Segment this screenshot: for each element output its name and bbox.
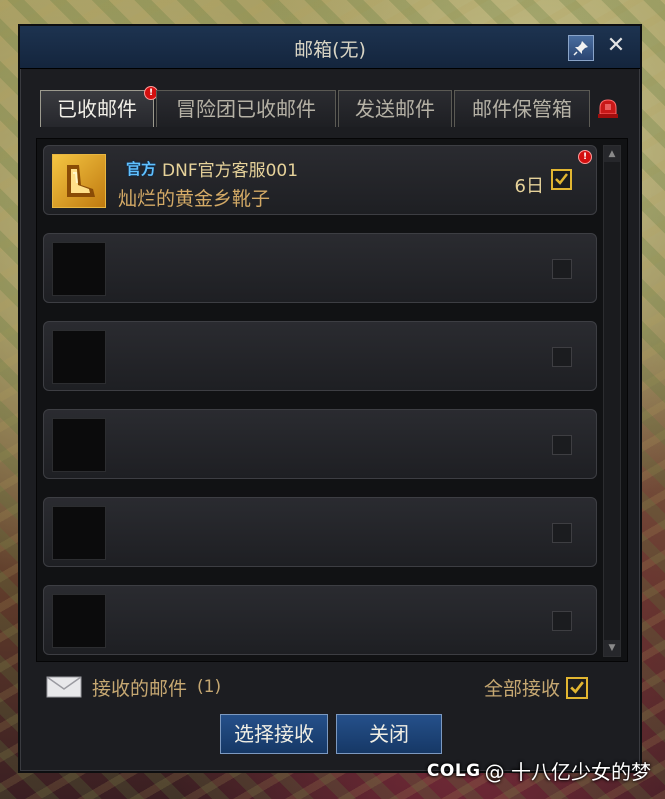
checkmark-icon: [570, 680, 584, 694]
mail-checkbox[interactable]: [552, 347, 572, 367]
scroll-down-icon[interactable]: ▼: [604, 640, 620, 656]
mail-tabs: 已收邮件 ! 冒险团已收邮件 发送邮件 邮件保管箱: [40, 86, 620, 128]
item-thumbnail: [52, 154, 106, 208]
scroll-up-icon[interactable]: ▲: [604, 146, 620, 162]
mail-subject: 灿烂的黄金乡靴子: [118, 188, 271, 210]
mail-row[interactable]: 官方 DNF官方客服001 灿烂的黄金乡靴子 6日 !: [43, 145, 597, 215]
official-tag: 官方: [126, 160, 157, 178]
envelope-icon: [46, 676, 82, 698]
mail-checkbox[interactable]: [552, 523, 572, 543]
item-thumbnail: [52, 506, 106, 560]
select-all-checkbox[interactable]: [566, 676, 588, 699]
mail-list: 官方 DNF官方客服001 灿烂的黄金乡靴子 6日 ! ▲ ▼: [36, 138, 628, 662]
window-title: 邮箱(无): [294, 39, 366, 61]
mail-row-empty[interactable]: [43, 321, 597, 391]
pin-icon: [573, 41, 588, 56]
item-thumbnail: [52, 594, 106, 648]
mail-row-empty[interactable]: [43, 585, 597, 655]
mailbox-window: 邮箱(无) ✕ 已收邮件 ! 冒险团已收邮件 发送邮件 邮件保管箱 官方 DNF…: [18, 24, 642, 773]
mail-sender: DNF官方客服001: [162, 161, 299, 181]
select-all-label: 全部接收: [483, 678, 560, 700]
select-all-control[interactable]: 全部接收: [484, 674, 588, 701]
tab-storage[interactable]: 邮件保管箱: [454, 90, 590, 127]
received-mail-label: 接收的邮件: [92, 677, 188, 700]
alarm-bell-icon[interactable]: [596, 96, 620, 120]
close-icon[interactable]: ✕: [604, 33, 628, 59]
mail-checkbox[interactable]: [551, 169, 572, 190]
mail-row-empty[interactable]: [43, 233, 597, 303]
checkmark-icon: [555, 173, 568, 185]
tab-team-received[interactable]: 冒险团已收邮件: [156, 90, 336, 127]
received-mail-count: (1): [197, 677, 222, 697]
mail-days-left: 6日: [514, 176, 544, 197]
watermark: COLG @ 十八亿少女的梦: [427, 756, 651, 785]
unread-alert-icon: !: [578, 150, 592, 164]
mail-checkbox[interactable]: [552, 435, 572, 455]
item-thumbnail: [52, 418, 106, 472]
tab-label: 发送邮件: [355, 97, 435, 121]
select-receive-button[interactable]: 选择接收: [220, 714, 328, 754]
watermark-text: @ 十八亿少女的梦: [484, 760, 651, 784]
item-thumbnail: [52, 330, 106, 384]
close-button[interactable]: 关闭: [336, 714, 442, 754]
tab-sent[interactable]: 发送邮件: [338, 90, 452, 127]
title-bar[interactable]: 邮箱(无) ✕: [20, 26, 640, 69]
tab-received[interactable]: 已收邮件: [40, 90, 154, 127]
received-mail-summary: 接收的邮件 (1): [46, 674, 221, 700]
golden-boots-icon: [67, 165, 95, 197]
mail-checkbox[interactable]: [552, 611, 572, 631]
colg-logo: COLG: [426, 760, 481, 781]
tab-label: 冒险团已收邮件: [176, 97, 316, 121]
tab-label: 已收邮件: [57, 97, 137, 121]
pin-button[interactable]: [568, 35, 594, 61]
mail-list-scrollbar[interactable]: ▲ ▼: [603, 145, 621, 657]
item-thumbnail: [52, 242, 106, 296]
tab-label: 邮件保管箱: [472, 97, 572, 121]
mail-row-empty[interactable]: [43, 497, 597, 567]
mail-checkbox[interactable]: [552, 259, 572, 279]
mail-row-empty[interactable]: [43, 409, 597, 479]
